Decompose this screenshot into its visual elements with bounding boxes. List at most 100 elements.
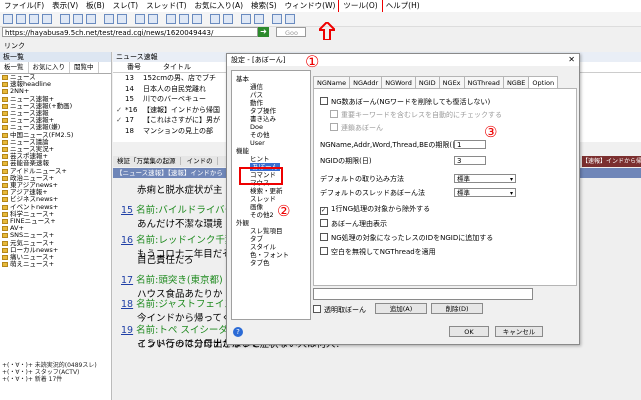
menu-search[interactable]: 検索(S): [247, 0, 281, 12]
ng-count-abone-checkbox[interactable]: NG数あぼーん(NGワードを削除しても復活しない): [320, 97, 490, 106]
board-item[interactable]: 萌えニュース+: [0, 261, 111, 268]
toolbar-icon-19[interactable]: [272, 14, 282, 24]
post-number[interactable]: 15: [121, 205, 133, 216]
tree-node[interactable]: User: [250, 139, 265, 147]
default-abone-select[interactable]: 標準: [454, 174, 516, 184]
tree-node-function[interactable]: 機能: [236, 147, 249, 155]
tree-node[interactable]: スタイル: [250, 243, 276, 251]
delete-button[interactable]: 削除(D): [431, 303, 483, 314]
ok-button[interactable]: OK: [449, 326, 489, 337]
ng-tab[interactable]: Option: [528, 76, 559, 88]
post-body: 赤痢と脱水症状が主: [137, 185, 223, 196]
menu-sure[interactable]: スレ(T): [109, 0, 142, 12]
tab-board-list[interactable]: 板一覧: [0, 62, 29, 73]
post-number[interactable]: 17: [121, 275, 133, 286]
post: 自己責任だろ: [121, 252, 193, 266]
tree-node[interactable]: スレッド: [250, 195, 276, 203]
tree-node-basic[interactable]: 基本: [236, 75, 249, 83]
ignore-space-checkbox[interactable]: 空白を無視してNGThreadを適用: [320, 247, 436, 256]
tree-node[interactable]: 検索・更新: [250, 187, 283, 195]
ng-tab[interactable]: NGName: [313, 76, 351, 88]
tree-node[interactable]: 通信: [250, 83, 263, 91]
tree-node[interactable]: スレ覧項目: [250, 227, 283, 235]
tree-node[interactable]: ヒント: [250, 155, 270, 163]
ng-one-target-checkbox[interactable]: 1行NG処理の対象から除外する: [320, 205, 430, 215]
tab-browsing[interactable]: 閲覧中: [70, 62, 99, 73]
ng-tab[interactable]: NGBE: [502, 76, 530, 88]
ng-tab[interactable]: NGWord: [381, 76, 416, 88]
thread-tab[interactable]: インドの: [182, 157, 218, 165]
tree-node[interactable]: タブ色: [250, 259, 270, 267]
menu-file[interactable]: ファイル(F): [0, 0, 48, 12]
toolbar-icon-18[interactable]: [254, 14, 264, 24]
ng-tab[interactable]: NGEx: [438, 76, 465, 88]
post-number[interactable]: 16: [121, 235, 133, 246]
thread-title: 152cmの男、店でブチ: [143, 74, 217, 82]
toolbar-icon-17[interactable]: [241, 14, 251, 24]
col-number[interactable]: 番号: [113, 62, 157, 72]
ng-tab[interactable]: NGID: [414, 76, 440, 88]
menu-board[interactable]: 板(B): [82, 0, 109, 12]
toolbar-icon-9[interactable]: [117, 14, 127, 24]
ngid-period-input[interactable]: 3: [454, 156, 486, 165]
ng-period-input[interactable]: 1: [454, 140, 486, 149]
toolbar-icon-14[interactable]: [192, 14, 202, 24]
ng-tab[interactable]: NGThread: [463, 76, 504, 88]
menu-help[interactable]: ヘルプ(H): [382, 0, 424, 12]
toolbar-icon-7[interactable]: [86, 14, 96, 24]
tree-node[interactable]: 画像: [250, 203, 263, 211]
add-ngid-checkbox[interactable]: NG処理の対象になったレスのIDをNGIDに追加する: [320, 233, 493, 242]
ng-input[interactable]: [313, 288, 533, 300]
menu-tools[interactable]: ツール(O): [338, 0, 383, 13]
menu-view[interactable]: 表示(V): [48, 0, 82, 12]
close-icon[interactable]: ✕: [568, 54, 575, 66]
tree-node[interactable]: パス: [250, 91, 263, 99]
url-input[interactable]: https://hayabusa9.5ch.net/test/read.cgi/…: [2, 27, 258, 37]
tree-node-appearance[interactable]: 外観: [236, 219, 249, 227]
toolbar-icon-11[interactable]: [148, 14, 158, 24]
toolbar-icon-12[interactable]: [166, 14, 176, 24]
toolbar-icon-6[interactable]: [73, 14, 83, 24]
tree-node[interactable]: Doe: [250, 123, 263, 131]
menu-window[interactable]: ウィンドウ(W): [281, 0, 340, 12]
chain-abone-checkbox[interactable]: 連鎖あぼーん: [330, 123, 383, 132]
toolbar-icon-20[interactable]: [285, 14, 295, 24]
thread-tab[interactable]: 検証「万葉集の起源: [113, 157, 181, 165]
toolbar-icon-10[interactable]: [135, 14, 145, 24]
toolbar-icon-4[interactable]: [42, 14, 52, 24]
cancel-button[interactable]: キャンセル: [495, 326, 543, 337]
menu-thread[interactable]: スレッド(T): [142, 0, 190, 12]
toolbar-icon-13[interactable]: [179, 14, 189, 24]
tab-favorites[interactable]: お気に入り: [29, 62, 70, 73]
check-duplicate-checkbox[interactable]: 重要キーワードを含むレスを自動的にチェックする: [330, 110, 502, 119]
ng-tab[interactable]: NGAddr: [349, 76, 383, 88]
show-abone-reason-checkbox[interactable]: あぼーん理由表示: [320, 219, 387, 228]
toolbar-icon-2[interactable]: [16, 14, 26, 24]
tree-node[interactable]: タブ: [250, 235, 263, 243]
post-number[interactable]: 19: [121, 325, 133, 336]
toolbar-icon-16[interactable]: [223, 14, 233, 24]
search-input[interactable]: Goo: [276, 27, 306, 37]
default-thread-abone-select[interactable]: 標準: [454, 188, 516, 198]
toolbar-icon-1[interactable]: [3, 14, 13, 24]
tree-node[interactable]: タブ操作: [250, 107, 276, 115]
tree-node[interactable]: 動作: [250, 99, 263, 107]
menubar: ファイル(F) 表示(V) 板(B) スレ(T) スレッド(T) お気に入り(A…: [0, 0, 641, 13]
toolbar-icon-15[interactable]: [210, 14, 220, 24]
tree-node[interactable]: 書き込み: [250, 115, 276, 123]
add-button[interactable]: 追加(A): [375, 303, 427, 314]
menu-favorites[interactable]: お気に入り(A): [191, 0, 247, 12]
thread-tab-active[interactable]: 【速報】インドから帰: [582, 156, 641, 167]
col-title[interactable]: タイトル: [157, 62, 191, 72]
tree-node[interactable]: その他2: [250, 211, 274, 219]
go-arrow-icon[interactable]: ➜: [258, 27, 269, 37]
toolbar-icon-3[interactable]: [29, 14, 39, 24]
tree-node[interactable]: 色・フォント: [250, 251, 289, 259]
toolbar-icon-5[interactable]: [60, 14, 70, 24]
toolbar-icon-8[interactable]: [104, 14, 114, 24]
transparent-abone-checkbox[interactable]: 透明取ぼーん: [313, 305, 366, 314]
tree-node[interactable]: その他: [250, 131, 270, 139]
help-icon[interactable]: ?: [233, 327, 243, 337]
post-number[interactable]: 18: [121, 299, 133, 310]
post-author: 名前:頭突き(東京都): [136, 275, 223, 286]
